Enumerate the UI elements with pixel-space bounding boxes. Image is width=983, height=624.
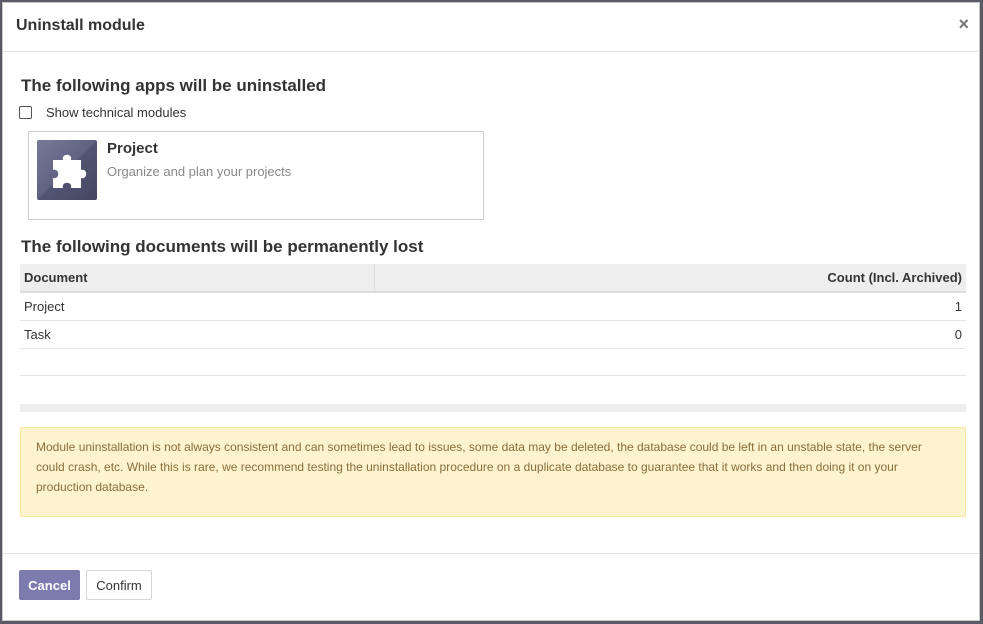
document-cell: Project xyxy=(20,292,375,321)
apps-section-title: The following apps will be uninstalled xyxy=(21,76,327,95)
app-description: Organize and plan your projects xyxy=(107,164,292,179)
column-header-document[interactable]: Document xyxy=(20,264,375,293)
table-header-row: Document Count (Incl. Archived) xyxy=(20,264,966,293)
table-row-empty xyxy=(20,348,966,376)
documents-section-title: The following documents will be permanen… xyxy=(21,237,424,256)
modal-title: Uninstall module xyxy=(16,17,145,34)
count-cell: 0 xyxy=(374,320,966,349)
app-name: Project xyxy=(107,140,158,157)
document-cell: Task xyxy=(20,320,375,349)
show-technical-modules-checkbox[interactable] xyxy=(19,105,32,119)
warning-alert: Module uninstallation is not always cons… xyxy=(20,427,966,517)
confirm-button[interactable]: Confirm xyxy=(86,570,152,600)
empty-cell xyxy=(20,348,375,376)
close-icon[interactable]: × xyxy=(958,15,969,33)
table-row: Project 1 xyxy=(20,292,966,321)
modal-header: Uninstall module × xyxy=(3,3,979,52)
table-footer xyxy=(20,404,966,412)
puzzle-piece-icon xyxy=(37,140,97,200)
empty-cell xyxy=(374,348,966,376)
modal-footer: Cancel Confirm xyxy=(3,553,979,622)
uninstall-module-dialog: Uninstall module × The following apps wi… xyxy=(2,2,980,621)
show-technical-modules-label[interactable]: Show technical modules xyxy=(46,105,186,120)
table-row: Task 0 xyxy=(20,320,966,349)
show-technical-modules-row[interactable]: Show technical modules xyxy=(19,103,186,121)
column-header-count[interactable]: Count (Incl. Archived) xyxy=(374,264,966,293)
cancel-button[interactable]: Cancel xyxy=(19,570,80,600)
documents-table: Document Count (Incl. Archived) Project … xyxy=(20,264,966,376)
count-cell: 1 xyxy=(374,292,966,321)
app-card-project: Project Organize and plan your projects xyxy=(28,131,484,220)
